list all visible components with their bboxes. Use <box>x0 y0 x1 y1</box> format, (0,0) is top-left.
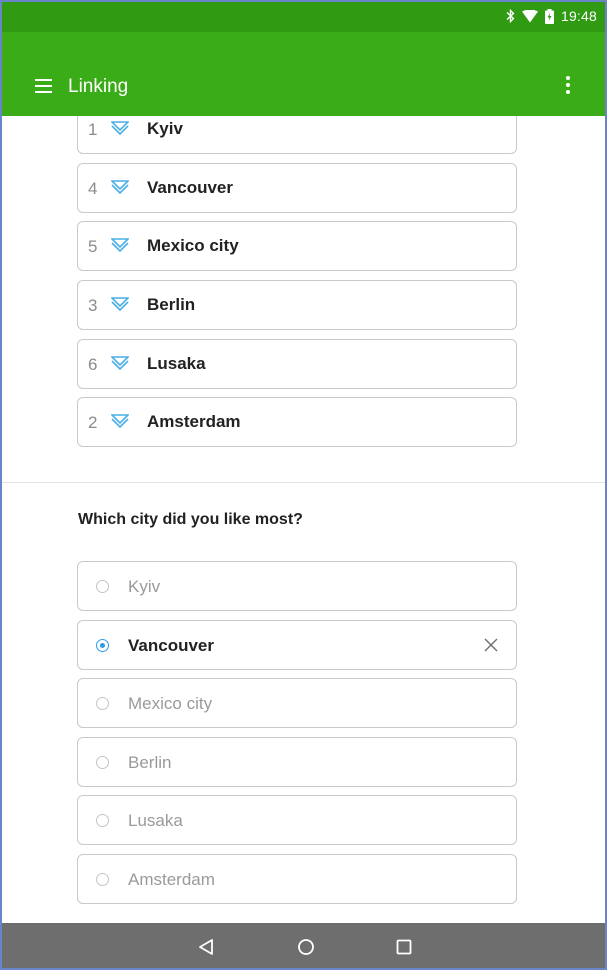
radio-icon[interactable] <box>96 814 109 827</box>
home-icon[interactable] <box>296 937 316 957</box>
radio-icon[interactable] <box>96 756 109 769</box>
radio-option[interactable]: Amsterdam <box>77 854 517 904</box>
radio-option[interactable]: Berlin <box>77 737 517 787</box>
rank-label: Kyiv <box>147 119 183 138</box>
reorder-icon <box>111 121 129 135</box>
ranking-item[interactable]: 1 Kyiv <box>77 116 517 154</box>
app-bar: Linking <box>2 32 605 116</box>
radio-icon[interactable] <box>96 873 109 886</box>
content-scroll-area[interactable]: 1 Kyiv 4 Vancouver 5 Mexico city 3 Berli… <box>2 116 605 923</box>
rank-number: 1 <box>88 120 98 139</box>
status-bar: 19:48 <box>2 2 605 32</box>
reorder-icon <box>111 356 129 370</box>
overflow-menu-icon[interactable] <box>565 75 571 95</box>
ranking-item[interactable]: 6 Lusaka <box>77 339 517 389</box>
reorder-icon <box>111 414 129 428</box>
battery-icon <box>544 8 554 24</box>
radio-selected-icon[interactable] <box>96 639 109 652</box>
bluetooth-icon <box>506 9 515 23</box>
option-label: Lusaka <box>128 811 183 830</box>
radio-option[interactable]: Mexico city <box>77 678 517 728</box>
question-title: Which city did you like most? <box>78 511 303 528</box>
close-icon[interactable] <box>483 637 499 653</box>
option-label: Mexico city <box>128 694 213 713</box>
radio-option[interactable]: Vancouver <box>77 620 517 670</box>
radio-option[interactable]: Lusaka <box>77 795 517 845</box>
ranking-item[interactable]: 5 Mexico city <box>77 221 517 271</box>
back-icon[interactable] <box>197 937 217 957</box>
ranking-item[interactable]: 3 Berlin <box>77 280 517 330</box>
rank-number: 2 <box>88 413 98 432</box>
status-time: 19:48 <box>560 8 597 24</box>
rank-label: Mexico city <box>147 236 239 255</box>
menu-icon[interactable] <box>35 79 52 93</box>
rank-label: Vancouver <box>147 178 233 197</box>
rank-label: Berlin <box>147 295 196 314</box>
radio-icon[interactable] <box>96 580 109 593</box>
system-nav-bar <box>2 923 605 968</box>
rank-number: 6 <box>88 355 98 374</box>
wifi-icon <box>521 9 538 22</box>
radio-icon[interactable] <box>96 697 109 710</box>
rank-label: Amsterdam <box>147 412 241 431</box>
ranking-item[interactable]: 2 Amsterdam <box>77 397 517 447</box>
recents-icon[interactable] <box>394 937 414 957</box>
option-label: Vancouver <box>128 636 214 655</box>
reorder-icon <box>111 180 129 194</box>
rank-label: Lusaka <box>147 354 206 373</box>
section-divider <box>2 482 605 483</box>
page-title: Linking <box>68 76 129 97</box>
device-frame: 19:48 Linking 1 Kyiv 4 Vancouver 5 Mexic… <box>0 0 607 970</box>
status-icons: 19:48 <box>506 8 597 24</box>
option-label: Amsterdam <box>128 870 215 889</box>
rank-number: 4 <box>88 179 98 198</box>
ranking-item[interactable]: 4 Vancouver <box>77 163 517 213</box>
reorder-icon <box>111 238 129 252</box>
option-label: Kyiv <box>128 577 161 596</box>
rank-number: 3 <box>88 296 98 315</box>
rank-number: 5 <box>88 237 98 256</box>
option-label: Berlin <box>128 753 172 772</box>
radio-option[interactable]: Kyiv <box>77 561 517 611</box>
reorder-icon <box>111 297 129 311</box>
